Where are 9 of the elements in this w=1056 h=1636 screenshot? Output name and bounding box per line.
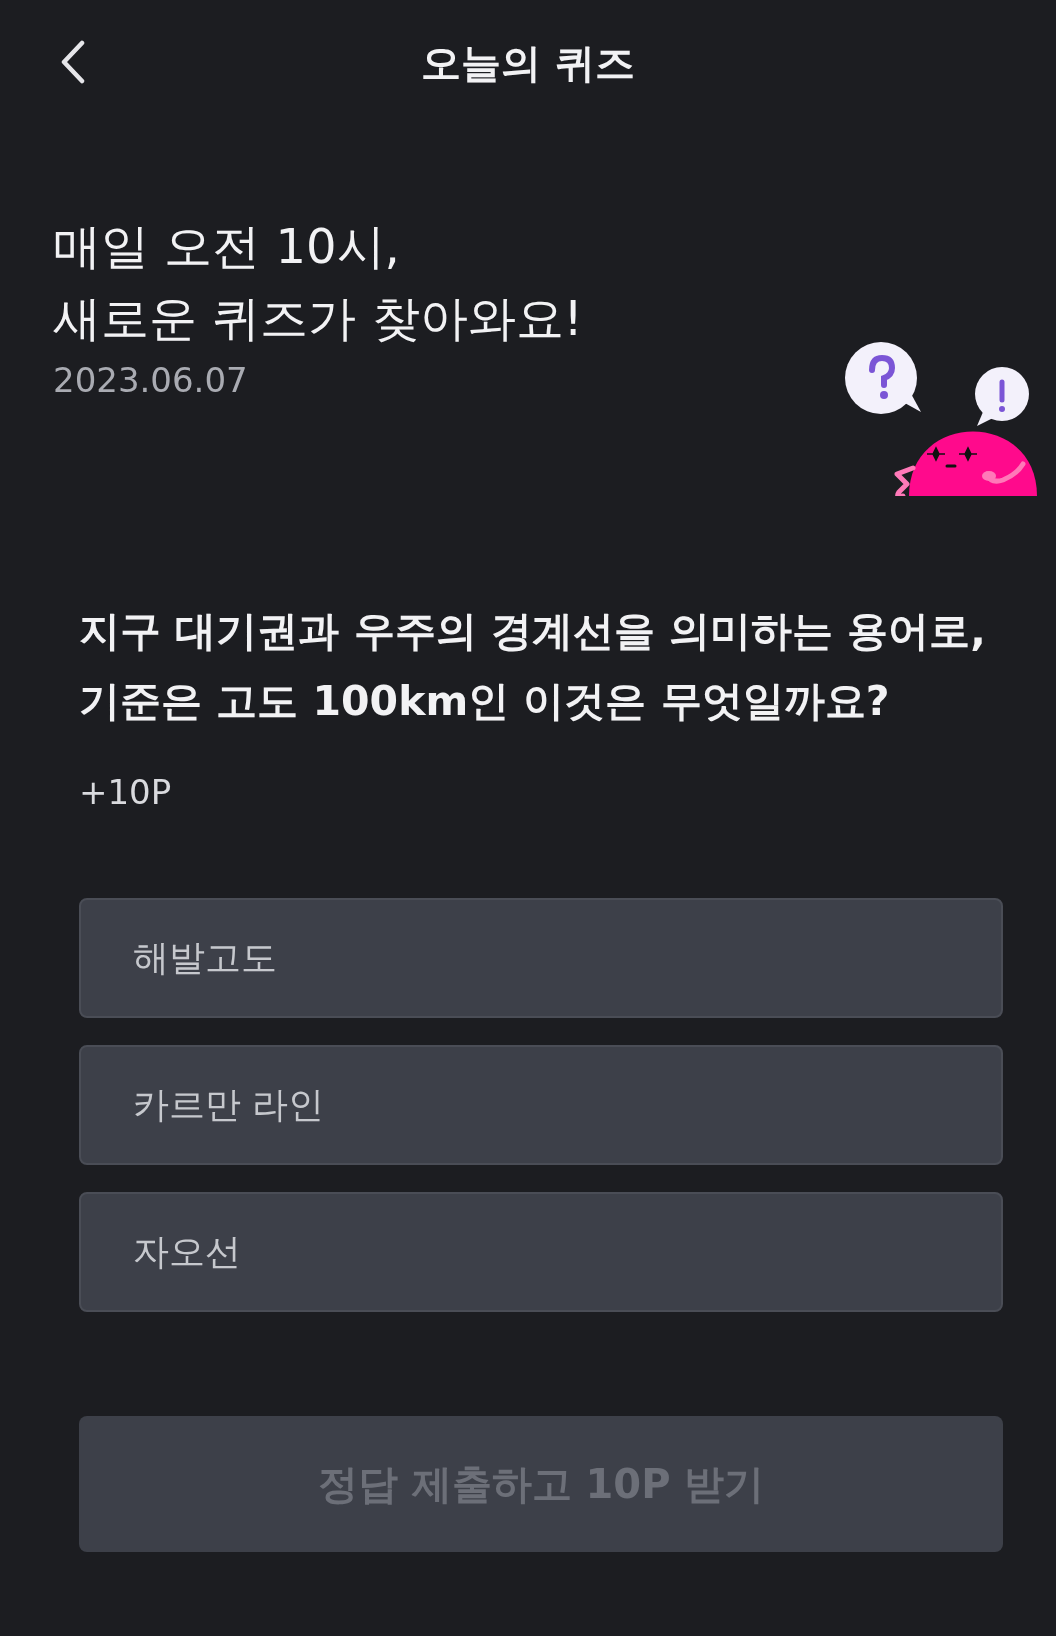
headline: 매일 오전 10시, 새로운 퀴즈가 찾아와요! <box>53 217 583 348</box>
page-title: 오늘의 퀴즈 <box>421 38 635 88</box>
quiz-date: 2023.06.07 <box>53 360 249 400</box>
answer-option[interactable]: 카르만 라인 <box>79 1045 1003 1165</box>
back-icon[interactable] <box>60 40 86 84</box>
answer-option[interactable]: 해발고도 <box>79 898 1003 1018</box>
question-text: 지구 대기권과 우주의 경계선을 의미하는 용어로, 기준은 고도 100km인 이것은 무엇일까요? <box>79 606 987 727</box>
answer-option[interactable]: 자오선 <box>79 1192 1003 1312</box>
reward-points: +10P <box>79 772 173 812</box>
